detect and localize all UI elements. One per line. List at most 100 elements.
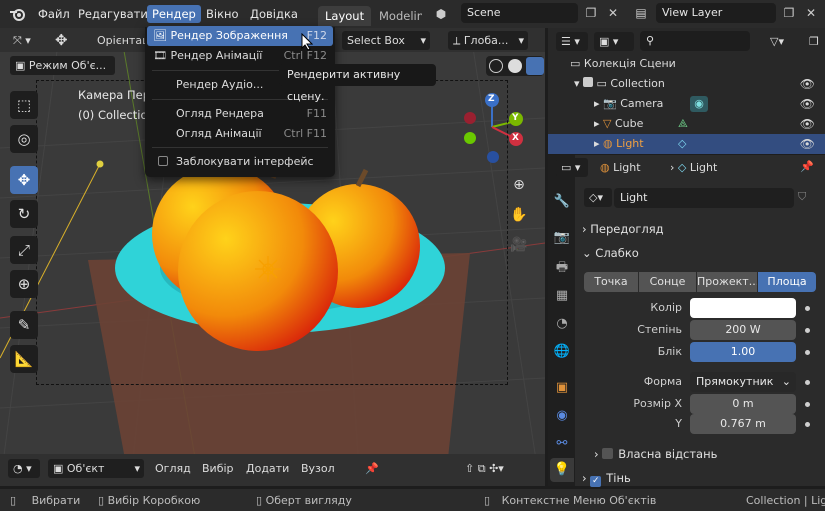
outliner-search-input[interactable]: ⚲: [640, 31, 750, 51]
solid-shading-icon[interactable]: [508, 59, 522, 73]
eye-icon[interactable]: 👁: [800, 94, 815, 114]
light-type-sun[interactable]: Сонце: [639, 272, 696, 292]
keyframe-dot[interactable]: [805, 402, 810, 407]
shape-dropdown[interactable]: Прямокутник ⌄: [690, 372, 796, 392]
light-type-point[interactable]: Точка: [584, 272, 638, 292]
transform-pivot-icon[interactable]: ⤧ ▾: [8, 31, 36, 50]
view-layer-icon[interactable]: ▤: [630, 3, 652, 23]
world-tab-icon[interactable]: 🌐: [550, 340, 574, 364]
fake-user-shield-icon[interactable]: ⛉: [798, 190, 806, 204]
view-layer-tab-icon[interactable]: ▦: [550, 284, 574, 308]
menu-render[interactable]: Рендер: [147, 5, 201, 23]
menu-window[interactable]: Вікно: [201, 5, 244, 23]
menu-select[interactable]: Вибір: [197, 459, 239, 478]
keyframe-dot[interactable]: [805, 328, 810, 333]
menu-add[interactable]: Додати: [241, 459, 294, 478]
tab-layout[interactable]: Layout: [318, 6, 372, 26]
new-view-layer-icon[interactable]: ❐: [778, 3, 800, 23]
filter-icon[interactable]: ▽▾: [765, 32, 789, 51]
custom-distance-checkbox[interactable]: [602, 448, 614, 459]
light-type-spot[interactable]: Прожект...: [697, 272, 757, 292]
transform-tool[interactable]: ⊕: [10, 270, 38, 298]
new-collection-icon[interactable]: ❐: [804, 32, 824, 51]
menu-file[interactable]: Файл: [33, 5, 75, 23]
camera-view-icon[interactable]: 🎥: [508, 234, 530, 256]
outliner-item-cube[interactable]: ▸ ▽ Cube ⟁ 👁: [548, 114, 825, 134]
interaction-mode-dropdown[interactable]: ▣ Об'єкт ▾: [48, 459, 144, 478]
object-tab-icon[interactable]: ▣: [550, 376, 574, 400]
constraints-tab-icon[interactable]: ⚯: [550, 432, 574, 456]
menu-help[interactable]: Довідка: [245, 5, 303, 23]
remove-scene-icon[interactable]: ✕: [602, 3, 624, 23]
keyframe-dot[interactable]: [805, 380, 810, 385]
output-tab-icon[interactable]: 🖶: [550, 256, 574, 280]
specular-slider[interactable]: 1.00: [690, 342, 796, 362]
mode-selector[interactable]: ▣ Режим Об'є...: [10, 56, 115, 75]
blender-logo-icon[interactable]: [9, 6, 27, 22]
lock-interface-checkbox[interactable]: [158, 156, 168, 166]
outliner-root[interactable]: ▭ Колекція Сцени: [548, 54, 825, 74]
editor-type-icon[interactable]: ◔ ▾: [8, 459, 40, 478]
eye-icon[interactable]: 👁: [800, 114, 815, 134]
keyframe-dot[interactable]: [805, 422, 810, 427]
select-box-dropdown[interactable]: Select Box ▾: [342, 31, 430, 50]
move-tool[interactable]: ✥: [10, 166, 38, 194]
physics-tab-icon[interactable]: ◉: [550, 404, 574, 428]
cursor-tool[interactable]: ◎: [10, 125, 38, 153]
keyframe-dot[interactable]: [805, 306, 810, 311]
menu-node[interactable]: Вузол: [296, 459, 340, 478]
outliner-display-mode[interactable]: ☰ ▾: [556, 32, 588, 51]
gizmo-y-label[interactable]: Y: [512, 113, 519, 123]
properties-editor-type[interactable]: ▭ ▾: [556, 158, 588, 177]
shadow-panel[interactable]: › ✓ Тінь: [582, 467, 818, 489]
pan-hand-icon[interactable]: ✋: [508, 204, 530, 226]
outliner-item-light[interactable]: ▸ ◍ Light ◇ 👁: [548, 134, 825, 154]
preview-panel[interactable]: › Передогляд: [582, 218, 818, 240]
remove-view-layer-icon[interactable]: ✕: [800, 3, 822, 23]
light-data-tab-icon[interactable]: 💡: [550, 458, 574, 482]
menu-view[interactable]: Огляд: [150, 459, 196, 478]
menu-item-view-animation[interactable]: Огляд Анімації Ctrl F11: [147, 124, 333, 144]
new-scene-icon[interactable]: ❐: [580, 3, 602, 23]
outliner-item-camera[interactable]: ▸ 📷 Camera ◉ 👁: [548, 94, 825, 114]
scene-tab-icon[interactable]: ◔: [550, 312, 574, 336]
checkbox-icon[interactable]: [583, 77, 594, 87]
snap-icons[interactable]: ⇧ ⧉ ✣▾: [460, 459, 540, 478]
keyframe-dot[interactable]: [805, 350, 810, 355]
scene-field[interactable]: Scene: [461, 3, 578, 23]
tab-modeling[interactable]: Modeling: [372, 6, 422, 26]
measure-tool[interactable]: 📐: [10, 345, 38, 373]
outliner-filter-icon[interactable]: ▣ ▾: [594, 32, 634, 51]
color-swatch[interactable]: [690, 298, 796, 318]
select-box-tool[interactable]: ⬚: [10, 91, 38, 119]
annotate-tool[interactable]: ✎: [10, 311, 38, 339]
eye-icon[interactable]: 👁: [800, 134, 815, 154]
custom-distance-panel[interactable]: › Власна відстань: [594, 443, 818, 465]
material-shading-icon[interactable]: [526, 57, 544, 75]
shadow-checkbox[interactable]: ✓: [590, 476, 602, 487]
gizmo-x-label[interactable]: X: [512, 133, 519, 143]
outliner-collection[interactable]: ▾ ▭ Collection 👁: [548, 74, 825, 94]
eye-icon[interactable]: 👁: [800, 74, 815, 94]
tool-tab-icon[interactable]: 🔧: [550, 190, 574, 214]
pin-icon[interactable]: 📌: [360, 459, 384, 478]
light-panel[interactable]: ⌄ Слабко: [582, 242, 818, 264]
light-type-area[interactable]: Площа: [758, 272, 816, 292]
move-icon[interactable]: ✥: [50, 31, 73, 50]
size-x-field[interactable]: 0 m: [690, 394, 796, 414]
power-field[interactable]: 200 W: [690, 320, 796, 340]
size-y-field[interactable]: 0.767 m: [690, 414, 796, 434]
shading-buttons[interactable]: [486, 56, 544, 76]
menu-edit[interactable]: Редагувати: [73, 5, 153, 23]
pin-icon[interactable]: 📌: [800, 160, 814, 173]
scene-icon[interactable]: ⬢: [430, 4, 452, 24]
transform-orientation-dropdown[interactable]: ⟂ Глоба... ▾: [448, 31, 528, 50]
view-layer-field[interactable]: View Layer: [656, 3, 776, 23]
menu-item-lock-interface[interactable]: Заблокувати інтерфейс: [147, 152, 333, 172]
scale-tool[interactable]: ⤢: [10, 236, 38, 264]
datablock-type-icon[interactable]: ◇▾: [584, 188, 612, 207]
render-tab-icon[interactable]: 📷: [550, 226, 574, 250]
zoom-icon[interactable]: ⊕: [508, 174, 530, 196]
light-name-field[interactable]: Light: [614, 188, 794, 208]
wireframe-shading-icon[interactable]: [489, 59, 503, 73]
